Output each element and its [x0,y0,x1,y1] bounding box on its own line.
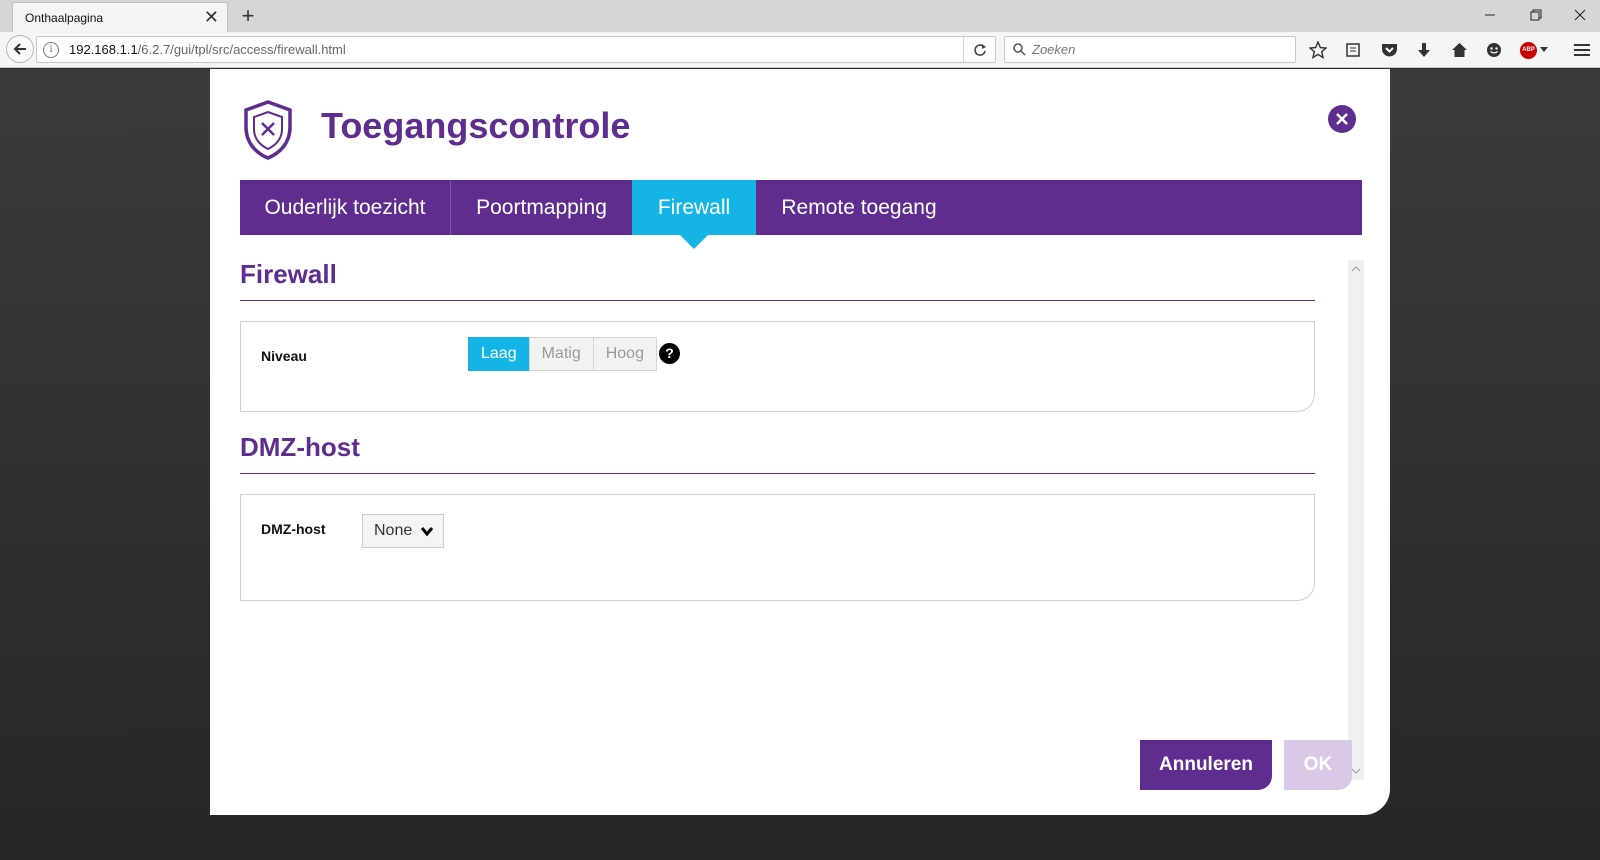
url-host: 192.168.1.1 [69,42,138,57]
smiley-icon [1487,43,1501,57]
window-close-button[interactable] [1562,3,1598,27]
cancel-button[interactable]: Annuleren [1140,740,1272,790]
dmz-host-value: None [374,522,413,539]
level-option-low[interactable]: Laag [468,337,530,371]
tab-bar: Ouderlijk toezicht Poortmapping Firewall… [240,180,1362,249]
star-icon [1309,41,1327,59]
scroll-up-icon[interactable] [1351,264,1361,274]
tab-port-mapping[interactable]: Poortmapping [451,180,632,235]
restore-button[interactable] [1518,3,1554,27]
dmz-section-title: DMZ-host [240,432,360,462]
dmz-panel: DMZ-host None [240,494,1315,601]
scroll-down-icon[interactable] [1351,766,1361,776]
reload-icon [973,43,986,56]
home-button[interactable] [1447,38,1471,62]
back-button[interactable] [6,35,34,63]
chevron-down-icon [420,527,434,537]
menu-button[interactable] [1570,38,1594,62]
tab-remote-access[interactable]: Remote toegang [756,180,962,235]
close-icon [1336,113,1348,125]
level-option-medium[interactable]: Matig [528,337,594,371]
hamburger-menu-icon [1574,44,1590,56]
scrollbar[interactable] [1348,260,1364,780]
new-tab-button[interactable]: + [236,4,260,28]
firewall-panel: Niveau Laag Matig Hoog ? [240,321,1315,412]
adblock-icon: ABP [1520,41,1537,59]
url-bar[interactable]: i 192.168.1.1/6.2.7/gui/tpl/src/access/f… [36,36,996,63]
minimize-button[interactable] [1472,3,1508,27]
pocket-button[interactable] [1377,38,1401,62]
tab-firewall-label: Firewall [657,195,731,219]
section-divider [240,300,1315,301]
dmz-host-select[interactable]: None [362,514,444,548]
reading-list-icon [1346,43,1360,57]
chevron-down-icon [1540,47,1548,52]
downloads-button[interactable] [1412,38,1436,62]
dmz-host-label: DMZ-host [261,521,326,537]
smiley-button[interactable] [1482,38,1506,62]
restore-icon [1530,9,1542,21]
back-arrow-icon [13,43,26,55]
pocket-icon [1381,44,1397,57]
tab-title: Onthaalpagina [25,10,104,25]
browser-navbar: i 192.168.1.1/6.2.7/gui/tpl/src/access/f… [0,32,1600,68]
reading-list-button[interactable] [1341,38,1365,62]
active-tab-arrow [680,235,708,249]
firewall-level-selector: Laag Matig Hoog [468,337,657,371]
search-icon [1013,43,1026,56]
help-icon[interactable]: ? [659,343,680,364]
dialog-title: Toegangscontrole [321,105,631,146]
info-icon[interactable]: i [43,41,59,58]
tab-close-icon[interactable]: ✕ [204,8,219,26]
browser-tabbar: Onthaalpagina ✕ + [0,0,1600,32]
url-path: /6.2.7/gui/tpl/src/access/firewall.html [137,42,346,57]
home-icon [1451,43,1467,57]
tab-parental-control[interactable]: Ouderlijk toezicht [240,180,451,235]
tab-firewall[interactable]: Firewall [632,180,756,249]
level-label: Niveau [261,348,307,364]
download-arrow-icon [1418,43,1430,57]
browser-tab[interactable]: Onthaalpagina ✕ [12,2,228,32]
access-control-dialog: Toegangscontrole Ouderlijk toezicht Poor… [210,69,1390,815]
reload-button[interactable] [963,37,995,62]
dialog-close-button[interactable] [1328,105,1356,133]
ok-button[interactable]: OK [1284,740,1352,790]
window-close-icon [1574,9,1586,21]
minimize-icon [1485,14,1495,16]
search-bar[interactable]: Zoeken [1004,36,1296,63]
settings-content: Firewall Niveau Laag Matig Hoog ? DMZ-ho… [240,259,1315,779]
firewall-section-title: Firewall [240,259,337,289]
level-option-high[interactable]: Hoog [592,337,657,371]
search-input[interactable]: Zoeken [1032,42,1075,57]
bookmark-star-button[interactable] [1306,38,1330,62]
adblock-button[interactable]: ABP [1516,38,1552,62]
section-divider [240,473,1315,474]
shield-icon [244,100,292,160]
